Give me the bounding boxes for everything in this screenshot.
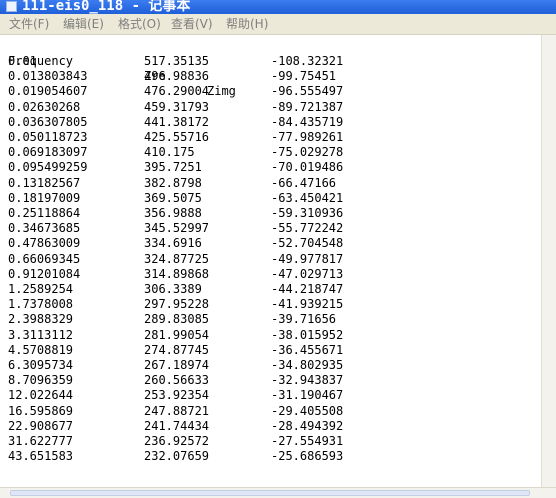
- zre-value: 260.56633: [144, 373, 210, 388]
- title-bar[interactable]: 111-eis0_118 - 记事本: [0, 0, 556, 14]
- frequency-value: 0.095499259: [8, 160, 88, 175]
- zre-value: 356.9888: [144, 206, 202, 220]
- frequency-value: 0.013803843: [8, 69, 88, 84]
- horizontal-scrollbar[interactable]: [0, 487, 556, 498]
- text-editor-area[interactable]: Frequency Zre Zimg 0.01 517.35135 -108.323…: [0, 35, 541, 487]
- zimg-value: -27.554931: [271, 434, 344, 448]
- frequency-value: 3.3113112: [8, 327, 74, 342]
- frequency-value: 0.019054607: [8, 84, 88, 99]
- frequency-value: 0.13182567: [8, 175, 81, 190]
- zre-value: 369.5075: [144, 190, 202, 205]
- zre-value: 306.3389: [144, 282, 202, 296]
- frequency-value: 12.022644: [8, 388, 74, 403]
- zimg-value: -77.989261: [271, 130, 344, 144]
- menu-format[interactable]: 格式(O): [118, 16, 161, 32]
- horizontal-scroll-thumb[interactable]: [10, 490, 530, 496]
- zre-value: 236.92572: [144, 434, 210, 448]
- frequency-value: 1.7378008: [8, 297, 74, 312]
- zre-value: 517.35135: [144, 54, 210, 68]
- zre-value: 281.99054: [144, 327, 210, 342]
- zimg-value: -99.75451: [271, 69, 337, 84]
- frequency-value: 0.25118864: [8, 206, 81, 220]
- zimg-value: -28.494392: [271, 418, 344, 433]
- frequency-value: 1.2589254: [8, 282, 74, 296]
- menu-file[interactable]: 文件(F): [9, 16, 49, 32]
- frequency-value: 16.595869: [8, 403, 74, 418]
- zre-value: 395.7251: [144, 160, 202, 175]
- frequency-value: 0.47863009: [8, 236, 81, 251]
- zimg-value: -63.450421: [271, 190, 344, 205]
- zimg-value: -31.190467: [271, 388, 344, 403]
- frequency-value: 43.651583: [8, 449, 74, 464]
- zre-value: 289.83085: [144, 312, 210, 327]
- frequency-value: 6.3095734: [8, 358, 74, 372]
- zre-value: 253.92354: [144, 388, 210, 403]
- zimg-value: -84.435719: [271, 114, 344, 129]
- zre-value: 247.88721: [144, 403, 210, 418]
- zimg-value: -39.71656: [271, 312, 337, 327]
- zre-value: 410.175: [144, 145, 195, 160]
- zre-value: 274.87745: [144, 342, 210, 357]
- zre-value: 334.6916: [144, 236, 202, 251]
- frequency-value: 0.02630268: [8, 99, 81, 114]
- menu-view[interactable]: 查看(V): [171, 16, 213, 32]
- notepad-icon: [6, 1, 17, 12]
- zimg-value: -52.704548: [271, 236, 344, 251]
- frequency-value: 0.01: [8, 54, 37, 68]
- frequency-value: 4.5708819: [8, 342, 74, 357]
- frequency-value: 2.3988329: [8, 312, 74, 327]
- zre-value: 425.55716: [144, 130, 210, 144]
- menu-edit[interactable]: 编辑(E): [63, 16, 104, 32]
- frequency-value: 8.7096359: [8, 373, 74, 388]
- zre-value: 441.38172: [144, 114, 210, 129]
- window-title: 111-eis0_118 - 记事本: [22, 0, 191, 14]
- zre-value: 232.07659: [144, 449, 210, 464]
- zimg-value: -29.405508: [271, 403, 344, 418]
- zimg-value: -108.32321: [271, 54, 344, 68]
- zimg-value: -66.47166: [271, 175, 337, 190]
- frequency-value: 0.069183097: [8, 145, 88, 160]
- zimg-value: -41.939215: [271, 297, 344, 312]
- frequency-value: 0.34673685: [8, 221, 81, 236]
- zimg-value: -32.943837: [271, 373, 344, 388]
- zimg-value: -55.772242: [271, 221, 344, 236]
- frequency-value: 0.036307805: [8, 114, 88, 129]
- menu-bar: 文件(F) 编辑(E) 格式(O) 查看(V) 帮助(H): [0, 14, 556, 35]
- zre-value: 241.74434: [144, 418, 210, 433]
- frequency-value: 0.050118723: [8, 130, 88, 144]
- zimg-value: -89.721387: [271, 99, 344, 114]
- header-row: Frequency Zre Zimg: [0, 39, 236, 98]
- zre-value: 297.95228: [144, 297, 210, 312]
- zimg-value: -38.015952: [271, 327, 344, 342]
- zre-value: 459.31793: [144, 99, 210, 114]
- zimg-value: -96.555497: [271, 84, 344, 99]
- zre-value: 476.29004: [144, 84, 210, 99]
- zre-value: 496.98836: [144, 69, 210, 84]
- zre-value: 314.89868: [144, 266, 210, 281]
- zimg-value: -59.310936: [271, 206, 344, 220]
- zimg-value: -44.218747: [271, 282, 344, 296]
- zre-value: 324.87725: [144, 251, 210, 266]
- frequency-value: 22.908677: [8, 418, 74, 433]
- zimg-value: -34.802935: [271, 358, 344, 372]
- frequency-value: 0.91201084: [8, 266, 81, 281]
- zimg-value: -47.029713: [271, 266, 344, 281]
- zimg-value: -36.455671: [271, 342, 344, 357]
- menu-help[interactable]: 帮助(H): [226, 16, 268, 32]
- frequency-value: 31.622777: [8, 434, 74, 448]
- zre-value: 382.8798: [144, 175, 202, 190]
- vertical-scrollbar[interactable]: [541, 35, 556, 487]
- frequency-value: 0.18197009: [8, 190, 81, 205]
- header-zimg: Zimg: [207, 84, 236, 98]
- zimg-value: -70.019486: [271, 160, 344, 175]
- zimg-value: -25.686593: [271, 449, 344, 464]
- zre-value: 345.52997: [144, 221, 210, 236]
- zre-value: 267.18974: [144, 358, 210, 372]
- frequency-value: 0.66069345: [8, 251, 81, 266]
- zimg-value: -49.977817: [271, 251, 344, 266]
- zimg-value: -75.029278: [271, 145, 344, 160]
